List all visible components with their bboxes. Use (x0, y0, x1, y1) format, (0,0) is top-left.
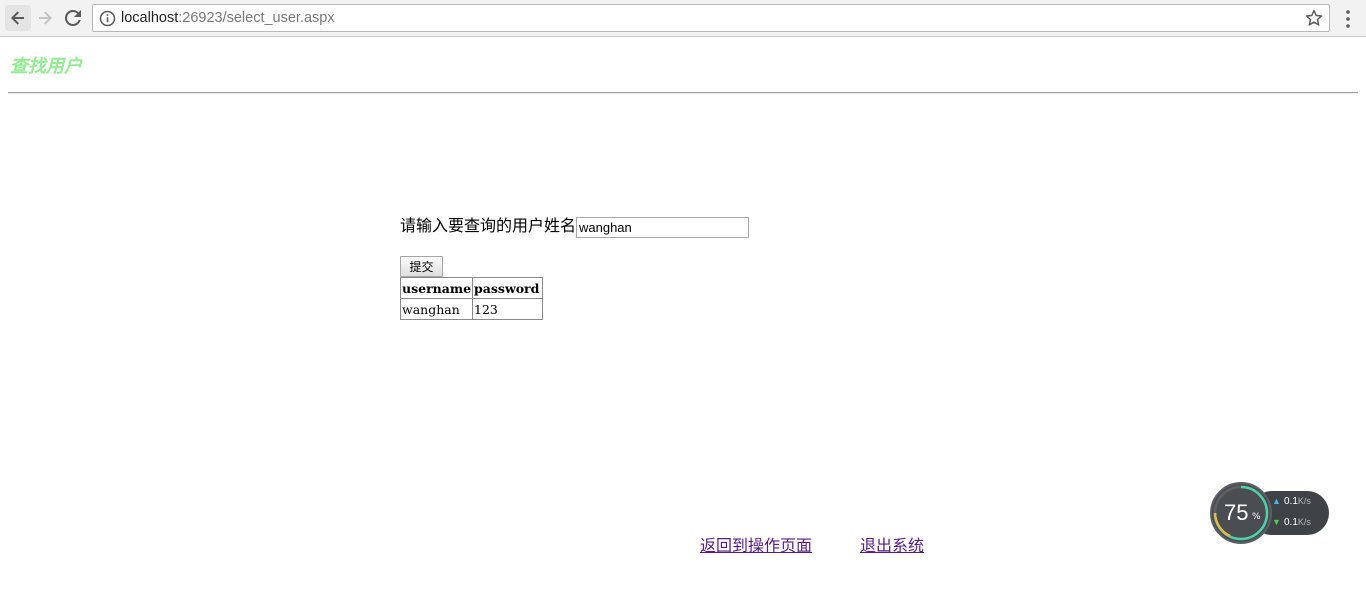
divider (8, 92, 1358, 94)
network-speed-widget[interactable]: ▲ 0.1K/s ▼ 0.1K/s 75 % (1210, 482, 1330, 544)
upload-arrow-icon: ▲ (1272, 496, 1281, 506)
url-text[interactable]: localhost:26923/select_user.aspx (121, 5, 335, 31)
menu-dots-icon[interactable] (1340, 8, 1356, 30)
forward-button[interactable] (32, 5, 58, 31)
back-to-operations-link[interactable]: 返回到操作页面 (700, 536, 812, 556)
exit-system-link[interactable]: 退出系统 (860, 536, 924, 556)
cell-password: 123 (472, 298, 544, 320)
username-search-input[interactable] (576, 217, 749, 238)
search-prompt-label: 请输入要查询的用户姓名 (400, 216, 577, 235)
column-header-username: username (399, 277, 474, 299)
cell-username: wanghan (399, 298, 474, 320)
column-header-password: password (472, 277, 544, 299)
star-icon[interactable] (1305, 9, 1323, 27)
download-speed: ▼ 0.1K/s (1272, 517, 1311, 528)
url-host: localhost (121, 10, 179, 26)
usage-percent-sign: % (1252, 512, 1261, 522)
page-title: 查找用户 (10, 56, 82, 77)
url-path: :26923/select_user.aspx (178, 10, 335, 26)
info-icon[interactable] (99, 10, 116, 27)
reload-button[interactable] (60, 5, 86, 31)
arrow-left-icon (11, 11, 24, 25)
download-arrow-icon: ▼ (1272, 517, 1281, 527)
results-table: username password wanghan 123 (399, 277, 544, 320)
table-row: wanghan 123 (399, 298, 544, 320)
upload-speed-unit: K/s (1297, 496, 1311, 506)
back-button[interactable] (5, 5, 31, 31)
browser-toolbar: localhost:26923/select_user.aspx (0, 0, 1366, 37)
address-bar[interactable]: localhost:26923/select_user.aspx (92, 4, 1330, 32)
download-speed-value: 0.1 (1284, 517, 1298, 528)
upload-speed-value: 0.1 (1284, 496, 1298, 507)
arrow-right-icon (39, 11, 52, 25)
usage-percent: 75 (1224, 500, 1249, 525)
reload-icon (65, 10, 81, 26)
download-speed-unit: K/s (1297, 517, 1311, 527)
usage-gauge: 75 % (1210, 482, 1272, 544)
upload-speed: ▲ 0.1K/s (1272, 496, 1311, 507)
submit-button[interactable]: 提交 (400, 256, 443, 277)
table-header-row: username password (399, 277, 544, 299)
